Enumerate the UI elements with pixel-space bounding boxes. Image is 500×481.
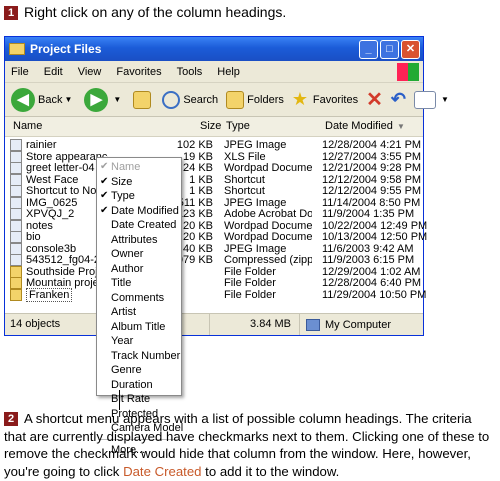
undo-button[interactable]: ↶ (391, 89, 406, 110)
column-header-date-modified[interactable]: Date Modified (325, 120, 393, 132)
back-arrow-icon: ◀ (11, 87, 35, 112)
delete-button[interactable]: ✕ (366, 87, 383, 112)
chevron-down-icon: ▼ (113, 95, 122, 104)
menu-item-artist[interactable]: Artist (97, 305, 181, 320)
minimize-button[interactable]: _ (359, 39, 378, 59)
step-1-text: Right click on any of the column heading… (24, 4, 287, 20)
chevron-down-icon: ▼ (440, 95, 449, 104)
search-label: Search (183, 93, 219, 106)
favorites-label: Favorites (312, 93, 359, 106)
checkmark-icon: ✔ (100, 190, 109, 201)
folder-icon (10, 288, 22, 301)
menu-item-duration[interactable]: Duration (97, 378, 181, 393)
location-label: My Computer (325, 318, 392, 331)
explorer-window: Project Files _ □ ✕ File Edit View Favor… (4, 36, 449, 336)
chevron-down-icon: ▼ (64, 95, 73, 104)
column-headers: Name Size Type Date Modified ▼ (5, 117, 423, 137)
window-controls: _ □ ✕ (359, 39, 423, 59)
menu-item-date-modified[interactable]: ✔ Date Modified (97, 204, 181, 219)
menu-tools[interactable]: Tools (177, 66, 203, 78)
step-1-badge: 1 (4, 6, 18, 20)
folders-button[interactable]: Folders (226, 90, 284, 109)
location-indicator: My Computer (300, 318, 392, 331)
search-button[interactable]: Search (162, 90, 219, 109)
menu-item-comments[interactable]: Comments (97, 291, 181, 306)
step-2-badge: 2 (4, 412, 18, 426)
views-button[interactable]: ▼ (413, 90, 453, 109)
views-icon (413, 90, 436, 109)
back-button[interactable]: ◀ Back ▼ (11, 87, 76, 112)
folders-icon (226, 90, 245, 109)
checkmark-icon: ✔ (100, 175, 109, 187)
menu-edit[interactable]: Edit (44, 66, 63, 78)
table-row[interactable]: Franken File Folder 11/29/2004 10:50 PM (5, 287, 426, 303)
menu-item-owner[interactable]: Owner (97, 247, 181, 262)
star-icon: ★ (291, 88, 308, 109)
search-icon (162, 90, 181, 109)
windows-logo-icon (397, 62, 419, 81)
maximize-button[interactable]: □ (380, 39, 399, 59)
total-size: 3.84 MB (210, 314, 300, 335)
up-folder-button[interactable] (133, 90, 154, 109)
favorites-button[interactable]: ★ Favorites (291, 88, 359, 109)
title-bar[interactable]: Project Files _ □ ✕ (5, 37, 423, 61)
close-button[interactable]: ✕ (401, 39, 420, 59)
window-title: Project Files (30, 42, 102, 56)
menu-item-type[interactable]: ✔ Type (97, 189, 181, 204)
delete-x-icon: ✕ (366, 89, 383, 111)
toolbar: ◀ Back ▼ ▶ ▼ Search Folders ★ Favorites … (5, 83, 449, 117)
menu-help[interactable]: Help (217, 66, 240, 78)
checkmark-icon: ✔ (100, 161, 109, 172)
menu-item-attributes[interactable]: Attributes (97, 233, 181, 248)
folders-label: Folders (247, 93, 284, 106)
file-list: rainier 102 KB JPEG Image 12/28/2004 4:21 P… (5, 137, 427, 313)
folder-icon (9, 43, 25, 55)
menu-file[interactable]: File (11, 66, 29, 78)
menu-item-genre[interactable]: Genre (97, 363, 181, 378)
undo-icon: ↶ (390, 89, 406, 109)
step-1-instruction: 1 Right click on any of the column headin… (4, 4, 286, 20)
checkmark-icon: ✔ (100, 204, 109, 216)
menu-item-size[interactable]: ✔ Size (97, 175, 181, 190)
menu-bar: File Edit View Favorites Tools Help (5, 61, 423, 83)
column-header-size[interactable]: Size (200, 120, 221, 132)
menu-item-name: ✔ Name (100, 161, 141, 173)
menu-view[interactable]: View (78, 66, 102, 78)
forward-arrow-icon: ▶ (84, 87, 109, 112)
menu-item-date-created[interactable]: Date Created (97, 218, 181, 233)
column-context-menu: ✔ Name ✔ Size ✔ Type ✔ Date Modified Date Cr… (96, 157, 183, 456)
menu-item-title[interactable]: Title (97, 276, 181, 291)
back-label: Back (38, 93, 63, 106)
forward-button[interactable]: ▶ ▼ (84, 87, 125, 112)
column-header-type[interactable]: Type (226, 120, 250, 132)
sort-arrow-icon: ▼ (397, 122, 405, 131)
menu-item-author[interactable]: Author (97, 262, 181, 277)
menu-item-album-title[interactable]: Album Title (97, 320, 181, 335)
callout-line (119, 390, 120, 410)
step-2-instruction: 2A shortcut menu appears with a list of … (4, 410, 496, 480)
up-folder-icon (133, 90, 152, 109)
step-2-text-after: to add it to the window. (201, 463, 340, 479)
status-bar: 14 objects 3.84 MB My Computer (5, 313, 423, 335)
menu-item-bit-rate[interactable]: Bit Rate (97, 392, 181, 407)
menu-item-year[interactable]: Year (97, 334, 181, 349)
column-header-name[interactable]: Name (13, 120, 42, 132)
step-2-highlight: Date Created (123, 463, 202, 479)
menu-item-track-number[interactable]: Track Number (97, 349, 181, 364)
menu-favorites[interactable]: Favorites (116, 66, 161, 78)
computer-icon (306, 318, 320, 331)
